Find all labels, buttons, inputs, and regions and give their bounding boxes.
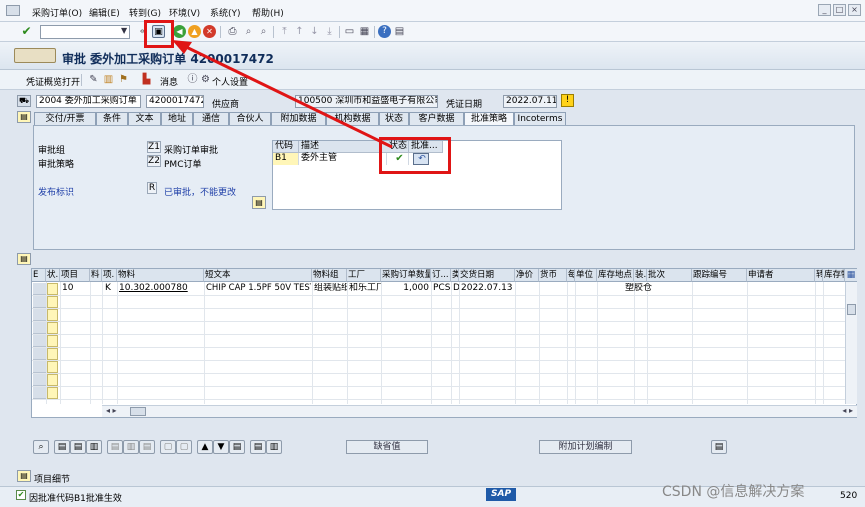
annotation-arrow (172, 40, 393, 149)
